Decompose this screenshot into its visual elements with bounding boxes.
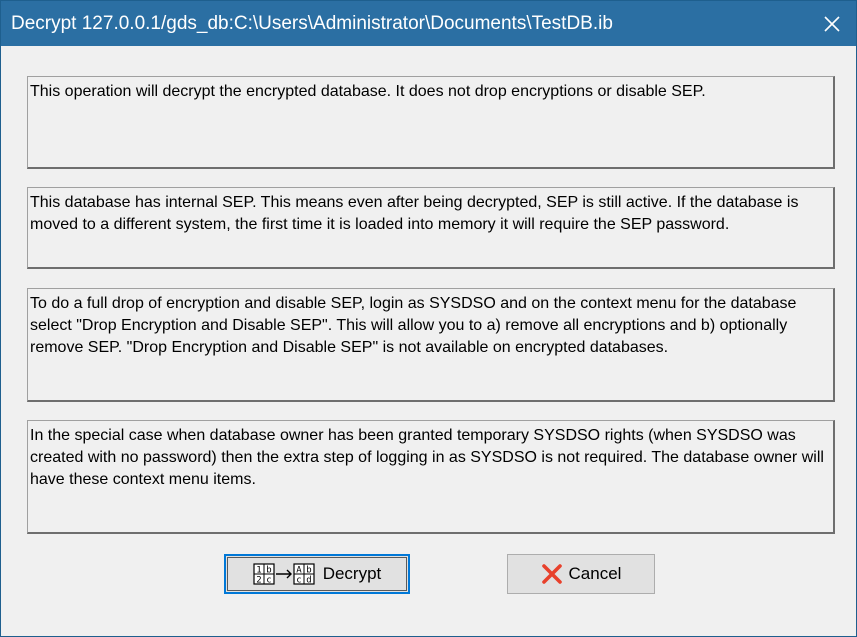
title-bar[interactable]: Decrypt 127.0.0.1/gds_db:C:\Users\Admini… (1, 1, 856, 46)
svg-text:2: 2 (256, 576, 261, 586)
svg-text:c: c (296, 576, 301, 586)
svg-text:b: b (266, 566, 271, 576)
svg-text:A: A (296, 566, 302, 576)
message-panel-3: To do a full drop of encryption and disa… (27, 288, 835, 402)
close-button[interactable] (808, 1, 856, 46)
decrypt-button-label: Decrypt (322, 564, 382, 583)
message-panel-4: In the special case when database owner … (27, 420, 835, 534)
svg-text:b: b (306, 566, 311, 576)
svg-text:d: d (306, 576, 311, 586)
decrypt-icon: 1 b 2 c A b c d (253, 563, 317, 585)
decrypt-dialog: Decrypt 127.0.0.1/gds_db:C:\Users\Admini… (0, 0, 857, 637)
svg-text:1: 1 (256, 566, 261, 576)
cancel-button-label: Cancel (568, 564, 622, 583)
close-icon (824, 15, 840, 32)
dialog-body: This operation will decrypt the encrypte… (1, 46, 856, 636)
decrypt-button[interactable]: 1 b 2 c A b c d Decrypt (224, 554, 410, 594)
cancel-x-icon (541, 563, 563, 585)
cancel-button[interactable]: Cancel (507, 554, 655, 594)
window-title: Decrypt 127.0.0.1/gds_db:C:\Users\Admini… (11, 13, 613, 34)
message-panel-2: This database has internal SEP. This mea… (27, 187, 835, 269)
svg-text:c: c (266, 576, 271, 586)
message-panel-1: This operation will decrypt the encrypte… (27, 76, 835, 169)
